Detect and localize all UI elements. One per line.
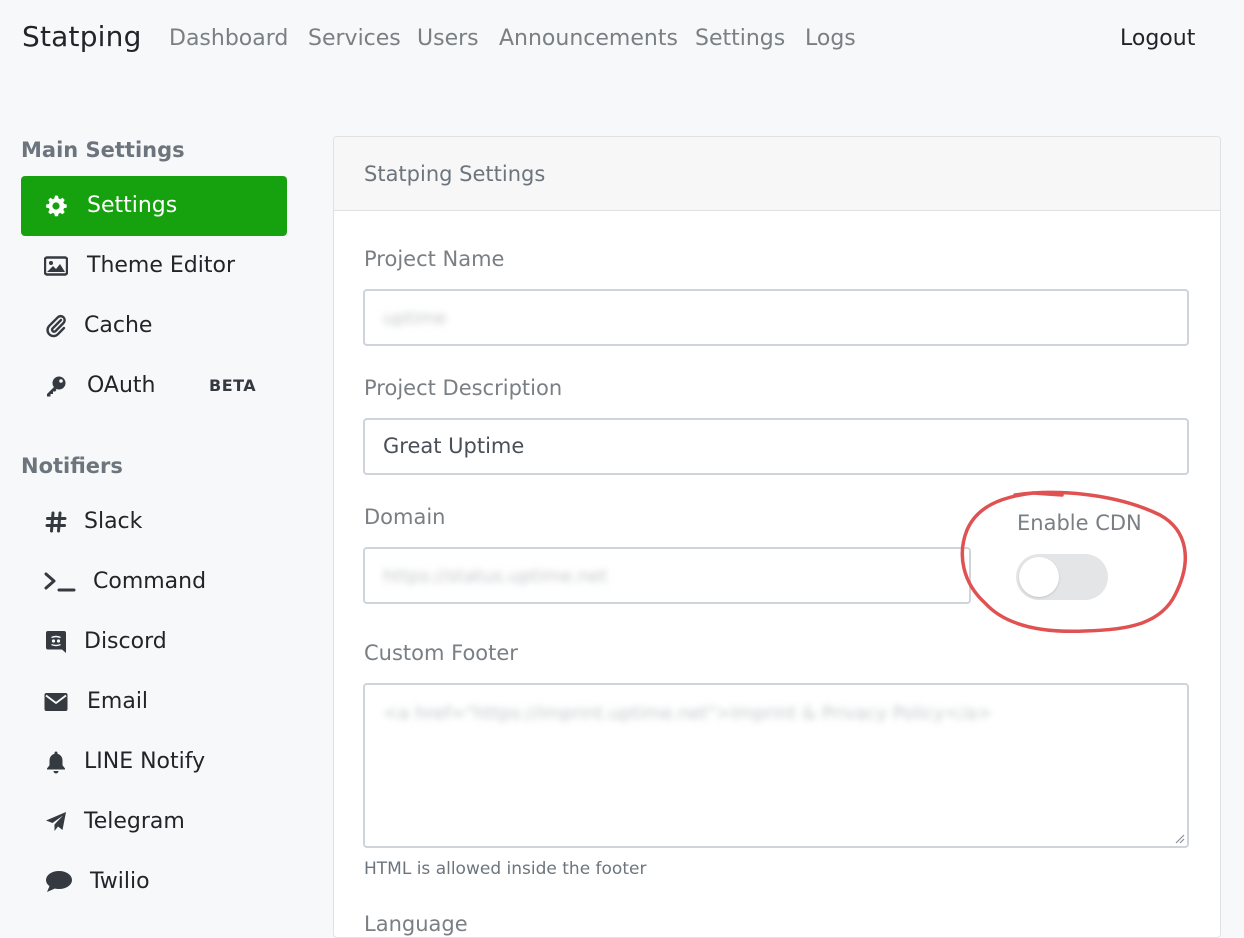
card-title: Statping Settings xyxy=(364,162,546,186)
custom-footer-textarea[interactable]: <a href="https://imprint.uptime.net">Imp… xyxy=(363,683,1189,848)
nav-announcements[interactable]: Announcements xyxy=(499,26,678,51)
hashtag-icon xyxy=(44,510,68,534)
sidebar-item-email[interactable]: Email xyxy=(21,672,287,732)
sidebar-item-label: Theme Editor xyxy=(87,253,235,278)
discord-icon xyxy=(44,630,68,654)
brand-logo[interactable]: Statping xyxy=(22,20,142,53)
sidebar-item-label: Email xyxy=(87,689,149,714)
nav-services[interactable]: Services xyxy=(308,26,401,51)
paper-plane-icon xyxy=(44,810,68,834)
project-description-label: Project Description xyxy=(364,376,563,400)
nav-dashboard[interactable]: Dashboard xyxy=(169,26,288,51)
sidebar-item-discord[interactable]: Discord xyxy=(21,612,287,672)
notifiers-heading: Notifiers xyxy=(21,454,123,478)
logout-link[interactable]: Logout xyxy=(1120,26,1195,51)
project-description-input[interactable]: Great Uptime xyxy=(363,418,1189,475)
annotation-circle xyxy=(960,490,1188,634)
footer-help-text: HTML is allowed inside the footer xyxy=(364,859,647,879)
sidebar-item-telegram[interactable]: Telegram xyxy=(21,792,287,852)
sidebar-item-line-notify[interactable]: LINE Notify xyxy=(21,732,287,792)
sidebar-item-cache[interactable]: Cache xyxy=(21,296,287,356)
language-label: Language xyxy=(364,912,468,936)
main-settings-heading: Main Settings xyxy=(21,138,185,162)
sidebar-item-label: Slack xyxy=(84,509,143,534)
sidebar-item-oauth[interactable]: OAuth BETA xyxy=(21,356,287,416)
nav-users[interactable]: Users xyxy=(417,26,479,51)
sidebar-item-command[interactable]: Command xyxy=(21,552,287,612)
sidebar-item-twilio[interactable]: Twilio xyxy=(21,852,287,912)
domain-label: Domain xyxy=(364,505,446,529)
nav-settings[interactable]: Settings xyxy=(695,26,785,51)
project-name-label: Project Name xyxy=(364,247,505,271)
card-header: Statping Settings xyxy=(334,137,1220,211)
project-name-value: uptime xyxy=(383,308,447,329)
bell-icon xyxy=(44,750,68,774)
sidebar-item-label: Command xyxy=(93,569,207,594)
project-name-input[interactable]: uptime xyxy=(363,289,1189,346)
sidebar-item-label: Telegram xyxy=(84,809,185,834)
sidebar-item-label: Settings xyxy=(87,193,178,218)
custom-footer-value: <a href="https://imprint.uptime.net">Imp… xyxy=(383,703,992,724)
key-icon xyxy=(44,374,68,398)
sidebar-item-label: Cache xyxy=(84,313,153,338)
comment-icon xyxy=(45,870,73,894)
sidebar-item-label: LINE Notify xyxy=(84,749,206,774)
top-navbar: Statping Dashboard Services Users Announ… xyxy=(0,0,1244,80)
image-icon xyxy=(44,254,68,278)
sidebar-item-label: Twilio xyxy=(90,869,150,894)
custom-footer-label: Custom Footer xyxy=(364,641,518,665)
domain-value: https://status.uptime.net xyxy=(383,566,608,587)
terminal-icon xyxy=(44,570,76,594)
paperclip-icon xyxy=(44,314,68,338)
sidebar-item-settings[interactable]: Settings xyxy=(21,176,287,236)
beta-badge: BETA xyxy=(209,376,257,395)
gear-icon xyxy=(44,194,68,218)
sidebar-item-slack[interactable]: Slack xyxy=(21,492,287,552)
sidebar-item-label: Discord xyxy=(84,629,167,654)
nav-logs[interactable]: Logs xyxy=(805,26,856,51)
domain-input[interactable]: https://status.uptime.net xyxy=(363,547,971,604)
sidebar-item-label: OAuth xyxy=(87,373,156,398)
sidebar-item-theme-editor[interactable]: Theme Editor xyxy=(21,236,287,296)
resize-handle-icon[interactable] xyxy=(1173,832,1185,844)
envelope-icon xyxy=(44,690,68,714)
